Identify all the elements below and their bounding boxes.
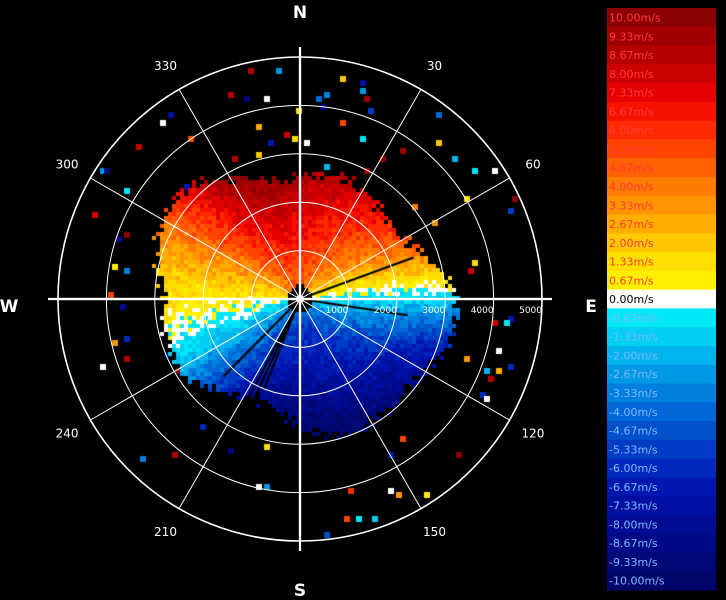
legend-swatch: [607, 421, 716, 441]
legend-label: 4.67m/s: [609, 162, 654, 175]
legend-label: 4.00m/s: [609, 180, 654, 193]
legend-swatch: [607, 327, 716, 347]
legend-swatch: [607, 458, 716, 478]
legend-swatch: [607, 308, 716, 328]
legend-label: -8.00m/s: [609, 518, 658, 531]
legend-swatch: [607, 233, 716, 253]
legend-swatch: [607, 496, 716, 516]
legend-swatch: [607, 139, 716, 159]
legend-swatch: [607, 383, 716, 403]
legend-label: 9.33m/s: [609, 30, 654, 43]
radial-velocity-field: [0, 0, 600, 600]
legend-label: -7.33m/s: [609, 500, 658, 513]
legend-swatch: [607, 439, 716, 460]
legend-label: 0.67m/s: [609, 274, 654, 287]
legend-swatch: [607, 477, 716, 497]
legend-swatch: [607, 120, 716, 140]
legend-swatch: [607, 8, 716, 28]
legend-swatch: [607, 26, 716, 47]
legend-label: 1.33m/s: [609, 256, 654, 269]
legend-swatch: [607, 158, 716, 178]
legend-swatch: [607, 83, 716, 103]
legend-label: -1.33m/s: [609, 331, 658, 344]
legend-label: -2.00m/s: [609, 349, 658, 362]
legend-swatch: [607, 214, 716, 234]
color-legend: 10.00m/s 9.33m/s 8.67m/s 8.00m/s 7.33m/s 6.67…: [607, 8, 716, 591]
legend-swatch: [607, 270, 716, 291]
legend-label: 8.67m/s: [609, 49, 654, 62]
legend-swatch: [607, 514, 716, 535]
legend-label: -9.33m/s: [609, 556, 658, 569]
legend-swatch: [607, 64, 716, 84]
legend-swatch: [607, 252, 716, 272]
legend-label: 10.00m/s: [609, 12, 661, 25]
legend-label: -6.00m/s: [609, 462, 658, 475]
legend-swatch: [607, 195, 716, 216]
legend-swatch: [607, 176, 716, 197]
legend-label: -2.67m/s: [609, 368, 658, 381]
legend-label: -8.67m/s: [609, 537, 658, 550]
legend-label: -10.00m/s: [609, 575, 665, 588]
legend-label: -6.67m/s: [609, 481, 658, 494]
legend-label: 8.00m/s: [609, 68, 654, 81]
legend-label: 7.33m/s: [609, 87, 654, 100]
legend-label: 6.67m/s: [609, 105, 654, 118]
legend-swatch: [607, 402, 716, 422]
legend-swatch: [607, 345, 716, 366]
legend-label: -4.67m/s: [609, 425, 658, 438]
legend-label: 6.00m/s: [609, 124, 654, 137]
legend-label: 2.00m/s: [609, 237, 654, 250]
legend-label: -5.33m/s: [609, 443, 658, 456]
legend-label: -3.33m/s: [609, 387, 658, 400]
legend-label: 3.33m/s: [609, 199, 654, 212]
legend-swatch: [607, 364, 716, 384]
legend-swatch: [607, 552, 716, 572]
legend-swatch: [607, 533, 716, 553]
legend-swatch: [607, 289, 716, 309]
legend-label: 5.33m/s: [609, 143, 654, 156]
legend-swatch: [607, 101, 716, 122]
legend-label: 0.00m/s: [609, 293, 654, 306]
legend-swatch: [607, 571, 716, 591]
legend-swatch: [607, 45, 716, 65]
legend-label: -0.67m/s: [609, 312, 658, 325]
legend-label: 2.67m/s: [609, 218, 654, 231]
legend-label: -4.00m/s: [609, 406, 658, 419]
